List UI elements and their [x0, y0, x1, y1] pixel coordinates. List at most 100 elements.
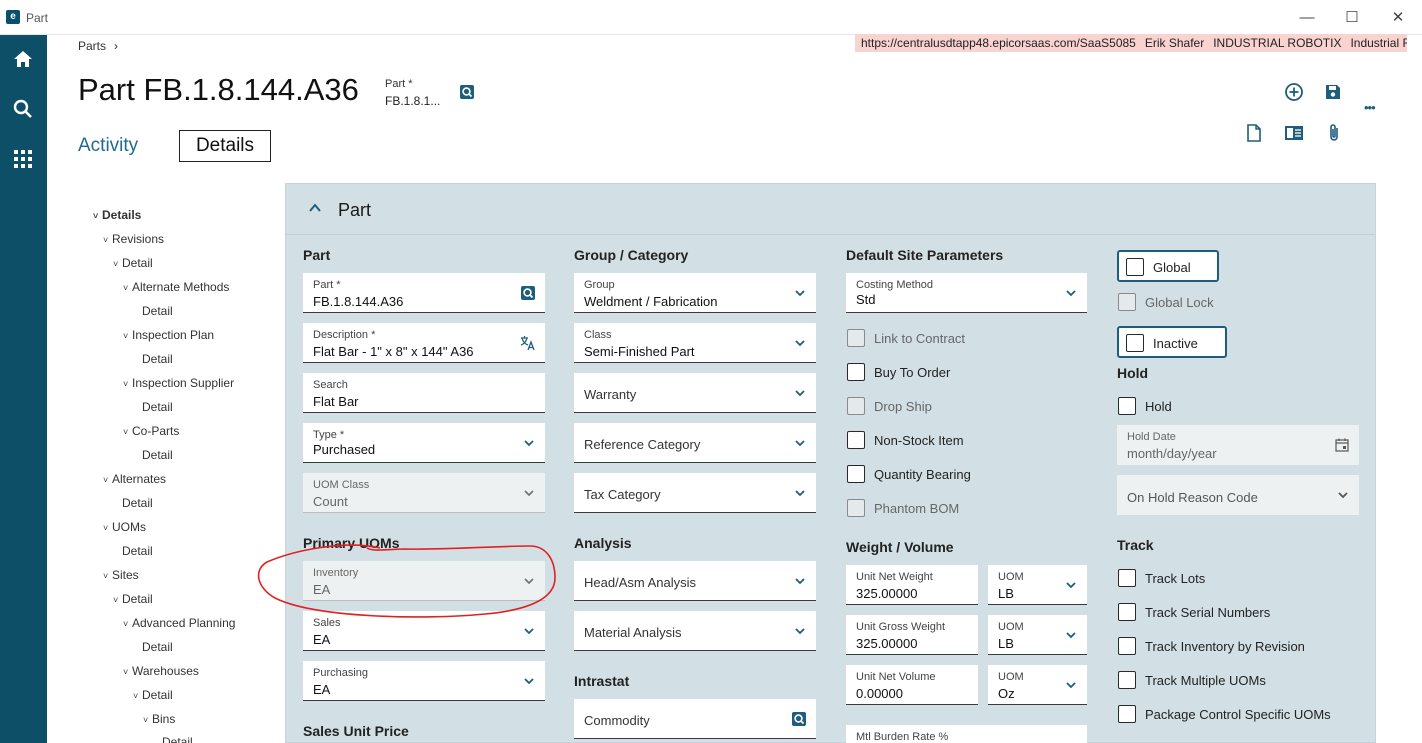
tree-item-alternate-methods-detail[interactable]: Detail: [133, 304, 173, 318]
checkbox-box[interactable]: [847, 329, 865, 347]
add-new-icon[interactable]: [1283, 81, 1305, 103]
apps-grid-icon[interactable]: [10, 146, 36, 172]
tree-item-uoms[interactable]: ˅ UOMs: [103, 520, 146, 534]
checkbox-box[interactable]: [1118, 671, 1136, 689]
tree-item-advanced-planning-detail[interactable]: Detail: [133, 640, 173, 654]
document-icon[interactable]: [1243, 122, 1265, 144]
tree-item-advanced-planning[interactable]: ˅ Advanced Planning: [123, 616, 235, 630]
tree-item-co-parts[interactable]: ˅ Co-Parts: [123, 424, 179, 438]
header-part-key-value[interactable]: FB.1.8.1...: [385, 94, 440, 108]
tree-item-warehouses[interactable]: ˅ Warehouses: [123, 664, 199, 678]
tree-item-sites-detail[interactable]: ˅ Detail: [113, 592, 153, 606]
search-icon[interactable]: [520, 285, 536, 301]
tab-details[interactable]: Details: [179, 130, 271, 162]
hold-date-field[interactable]: Hold Date month/day/year: [1117, 425, 1359, 465]
tree-item-details[interactable]: ˅ Details: [93, 208, 141, 222]
tree-item-alternates[interactable]: ˅ Alternates: [103, 472, 166, 486]
calendar-icon[interactable]: [1334, 437, 1350, 453]
global-lock-checkbox[interactable]: Global Lock: [1118, 293, 1318, 313]
package-control-specific-uoms-checkbox[interactable]: Package Control Specific UOMs: [1118, 705, 1358, 725]
track-inventory-by-revision-checkbox[interactable]: Track Inventory by Revision: [1118, 637, 1358, 657]
checkbox-box[interactable]: [1118, 637, 1136, 655]
uom-class-dropdown[interactable]: UOM Class Count: [303, 473, 545, 513]
checkbox-box[interactable]: [1118, 397, 1136, 415]
net-weight-uom-dropdown[interactable]: UOM LB: [988, 565, 1087, 605]
description-field[interactable]: Description * Flat Bar - 1" x 8" x 144" …: [303, 323, 545, 363]
checkbox-box[interactable]: [1118, 293, 1136, 311]
checkbox-box[interactable]: [1118, 603, 1136, 621]
tree-item-bins[interactable]: ˅ Bins: [143, 712, 175, 726]
save-icon[interactable]: [1322, 81, 1344, 103]
translate-icon[interactable]: [520, 335, 536, 351]
tree-item-inspection-supplier-detail[interactable]: Detail: [133, 400, 173, 414]
part-search-icon[interactable]: [459, 84, 475, 100]
more-icon[interactable]: •••: [1364, 100, 1376, 115]
reference-category-dropdown[interactable]: Reference Category: [574, 423, 816, 463]
search-field[interactable]: Search Flat Bar: [303, 373, 545, 413]
track-multiple-uoms-checkbox[interactable]: Track Multiple UOMs: [1118, 671, 1358, 691]
checkbox-box[interactable]: [847, 397, 865, 415]
checkbox-box[interactable]: [847, 363, 865, 381]
tree-item-alternate-methods[interactable]: ˅ Alternate Methods: [123, 280, 229, 294]
checkbox-box[interactable]: [1118, 569, 1136, 587]
maximize-button[interactable]: ☐: [1342, 8, 1362, 28]
tree-item-inspection-supplier[interactable]: ˅ Inspection Supplier: [123, 376, 234, 390]
link-to-contract-checkbox[interactable]: Link to Contract: [847, 329, 1047, 349]
checkbox-box[interactable]: [847, 499, 865, 517]
tree-item-alternates-detail[interactable]: Detail: [113, 496, 153, 510]
home-icon[interactable]: [10, 46, 36, 72]
tree-item-inspection-plan-detail[interactable]: Detail: [133, 352, 173, 366]
minimize-button[interactable]: —: [1297, 8, 1317, 28]
hold-checkbox[interactable]: Hold: [1118, 397, 1318, 417]
panel-header[interactable]: Part: [286, 184, 1375, 235]
unit-net-weight-field[interactable]: Unit Net Weight 325.00000: [846, 565, 978, 605]
class-dropdown[interactable]: Class Semi-Finished Part: [574, 323, 816, 363]
sales-uom-dropdown[interactable]: Sales EA: [303, 611, 545, 651]
tree-item-uoms-detail[interactable]: Detail: [113, 544, 153, 558]
inactive-checkbox[interactable]: Inactive: [1126, 334, 1221, 354]
tree-item-bins-detail[interactable]: Detail: [153, 735, 193, 743]
phantom-bom-checkbox[interactable]: Phantom BOM: [847, 499, 1047, 519]
warranty-dropdown[interactable]: Warranty: [574, 373, 816, 413]
chevron-up-icon[interactable]: [308, 201, 322, 215]
drop-ship-checkbox[interactable]: Drop Ship: [847, 397, 1047, 417]
checkbox-box[interactable]: [1126, 334, 1144, 352]
tree-item-co-parts-detail[interactable]: Detail: [133, 448, 173, 462]
mtl-burden-rate-field[interactable]: Mtl Burden Rate %: [846, 725, 1087, 743]
checkbox-box[interactable]: [1118, 705, 1136, 723]
unit-net-volume-field[interactable]: Unit Net Volume 0.00000: [846, 665, 978, 705]
tax-category-dropdown[interactable]: Tax Category: [574, 473, 816, 513]
checkbox-box[interactable]: [847, 431, 865, 449]
part-field[interactable]: Part * FB.1.8.144.A36: [303, 273, 545, 313]
commodity-field[interactable]: Commodity: [574, 699, 816, 739]
buy-to-order-checkbox[interactable]: Buy To Order: [847, 363, 1047, 383]
checkbox-box[interactable]: [1126, 258, 1144, 276]
costing-method-dropdown[interactable]: Costing Method Std: [846, 273, 1087, 313]
quantity-bearing-checkbox[interactable]: Quantity Bearing: [847, 465, 1047, 485]
head-asm-analysis-dropdown[interactable]: Head/Asm Analysis: [574, 561, 816, 601]
tab-activity[interactable]: Activity: [78, 135, 138, 157]
search-icon[interactable]: [10, 96, 36, 122]
non-stock-item-checkbox[interactable]: Non-Stock Item: [847, 431, 1047, 451]
attachment-icon[interactable]: [1323, 122, 1345, 144]
on-hold-reason-code-dropdown[interactable]: On Hold Reason Code: [1117, 475, 1359, 515]
close-window-button[interactable]: ✕: [1388, 8, 1408, 28]
tree-item-inspection-plan[interactable]: ˅ Inspection Plan: [123, 328, 214, 342]
checkbox-box[interactable]: [847, 465, 865, 483]
track-serial-numbers-checkbox[interactable]: Track Serial Numbers: [1118, 603, 1358, 623]
tree-item-warehouses-detail[interactable]: ˅ Detail: [133, 688, 173, 702]
tree-item-revisions[interactable]: ˅ Revisions: [103, 232, 164, 246]
purchasing-uom-dropdown[interactable]: Purchasing EA: [303, 661, 545, 701]
breadcrumb-parts-link[interactable]: Parts: [78, 39, 106, 53]
unit-gross-weight-field[interactable]: Unit Gross Weight 325.00000: [846, 615, 978, 655]
tree-item-sites[interactable]: ˅ Sites: [103, 568, 139, 582]
inventory-uom-dropdown[interactable]: Inventory EA: [303, 561, 545, 601]
tree-item-revision-detail[interactable]: ˅ Detail: [113, 256, 153, 270]
gross-weight-uom-dropdown[interactable]: UOM LB: [988, 615, 1087, 655]
track-lots-checkbox[interactable]: Track Lots: [1118, 569, 1358, 589]
type-dropdown[interactable]: Type * Purchased: [303, 423, 545, 463]
global-checkbox[interactable]: Global: [1126, 258, 1216, 278]
material-analysis-dropdown[interactable]: Material Analysis: [574, 611, 816, 651]
group-dropdown[interactable]: Group Weldment / Fabrication: [574, 273, 816, 313]
search-icon[interactable]: [791, 711, 807, 727]
